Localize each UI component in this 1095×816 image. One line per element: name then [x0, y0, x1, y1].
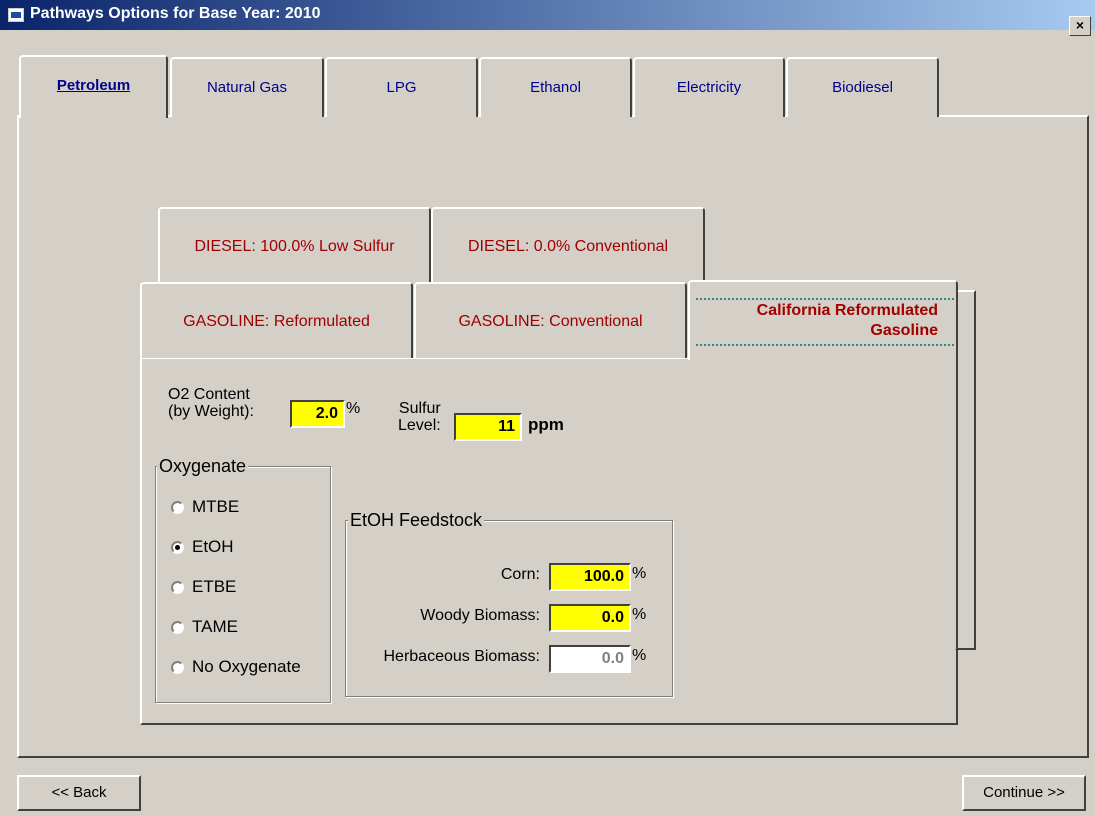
- woody-biomass-unit: %: [632, 606, 647, 623]
- sulfur-label-line2: Level:: [398, 417, 441, 434]
- radio-tame-label: TAME: [192, 617, 238, 636]
- subtab-diesel-conventional[interactable]: DIESEL: 0.0% Conventional: [431, 207, 705, 287]
- window-title: Pathways Options for Base Year: 2010: [30, 5, 321, 22]
- subtab-california-reformulated[interactable]: California Reformulated Gasoline: [688, 280, 958, 360]
- corn-field[interactable]: 100.0: [549, 563, 631, 591]
- sulfur-unit: ppm: [528, 415, 564, 434]
- radio-etoh[interactable]: [171, 541, 184, 554]
- subtab-label: DIESEL: 0.0% Conventional: [467, 238, 669, 255]
- o2-unit: %: [346, 400, 361, 417]
- tab-label: Electricity: [676, 79, 742, 96]
- focus-rect-bottom: [696, 344, 954, 346]
- radio-etbe[interactable]: [171, 581, 184, 594]
- tab-ethanol[interactable]: Ethanol: [479, 57, 632, 117]
- radio-mtbe-label: MTBE: [192, 497, 240, 516]
- subtab-label: California Reformulated Gasoline: [756, 302, 938, 339]
- close-button[interactable]: ×: [1069, 16, 1091, 36]
- subtab-label: GASOLINE: Conventional: [458, 313, 643, 330]
- sulfur-level-label: Sulfur Level:: [398, 400, 441, 434]
- o2-content-label: O2 Content (by Weight):: [168, 386, 254, 420]
- radio-etoh-label: EtOH: [192, 537, 234, 556]
- close-icon: ×: [1075, 17, 1085, 33]
- subtab-label: GASOLINE: Reformulated: [183, 313, 370, 330]
- oxygenate-group-title: Oxygenate: [157, 456, 249, 477]
- radio-tame[interactable]: [171, 621, 184, 634]
- back-button[interactable]: << Back: [17, 775, 141, 811]
- etoh-feedstock-title: EtOH Feedstock: [348, 510, 485, 531]
- focus-rect-top: [696, 298, 954, 300]
- subtab-gasoline-reformulated[interactable]: GASOLINE: Reformulated: [140, 282, 413, 358]
- herbaceous-biomass-unit: %: [632, 647, 647, 664]
- o2-content-field[interactable]: 2.0: [290, 400, 345, 428]
- tab-label: Ethanol: [530, 79, 581, 96]
- back-subtab-panel-edge: [955, 290, 976, 650]
- continue-button[interactable]: Continue >>: [962, 775, 1086, 811]
- tab-label: LPG: [386, 79, 417, 96]
- back-button-label: << Back: [51, 784, 107, 801]
- corn-unit: %: [632, 565, 647, 582]
- o2-label-line1: O2 Content: [168, 386, 250, 403]
- radio-no-oxygenate-label: No Oxygenate: [192, 657, 301, 676]
- tab-label: Biodiesel: [832, 79, 893, 96]
- corn-label: Corn:: [500, 566, 540, 583]
- subtab-gasoline-conventional[interactable]: GASOLINE: Conventional: [414, 282, 687, 358]
- herbaceous-biomass-field: 0.0: [549, 645, 631, 673]
- title-bar: Pathways Options for Base Year: 2010: [0, 0, 1095, 30]
- sulfur-level-field[interactable]: 11: [454, 413, 522, 441]
- radio-no-oxygenate[interactable]: [171, 661, 184, 674]
- radio-mtbe[interactable]: [171, 501, 184, 514]
- o2-label-line2: (by Weight):: [168, 403, 254, 420]
- tab-label: Natural Gas: [206, 79, 288, 96]
- woody-biomass-field[interactable]: 0.0: [549, 604, 631, 632]
- tab-petroleum[interactable]: Petroleum: [19, 55, 168, 118]
- tab-biodiesel[interactable]: Biodiesel: [786, 57, 939, 117]
- subtab-label: DIESEL: 100.0% Low Sulfur: [194, 238, 395, 255]
- subtab-diesel-low-sulfur[interactable]: DIESEL: 100.0% Low Sulfur: [158, 207, 431, 287]
- herbaceous-biomass-label: Herbaceous Biomass:: [383, 648, 540, 665]
- tab-natural-gas[interactable]: Natural Gas: [170, 57, 324, 117]
- radio-etbe-label: ETBE: [192, 577, 237, 596]
- tab-lpg[interactable]: LPG: [325, 57, 478, 117]
- sulfur-label-line1: Sulfur: [398, 400, 441, 417]
- app-icon: [8, 8, 24, 22]
- continue-button-label: Continue >>: [983, 784, 1065, 801]
- tab-label: Petroleum: [56, 77, 131, 94]
- woody-biomass-label: Woody Biomass:: [420, 607, 540, 624]
- tab-electricity[interactable]: Electricity: [633, 57, 785, 117]
